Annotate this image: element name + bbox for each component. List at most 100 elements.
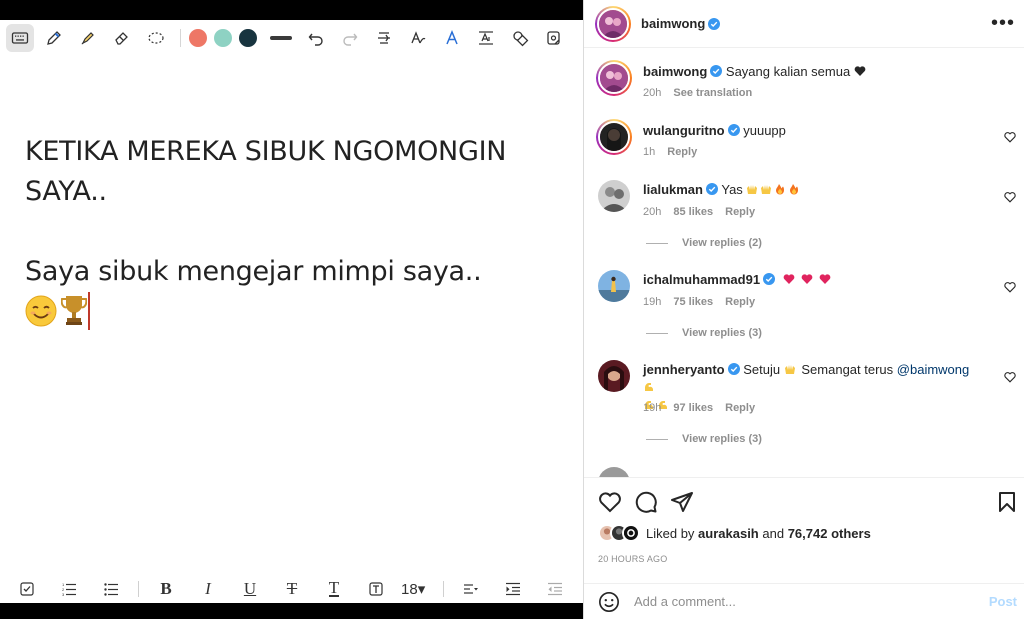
lasso-icon[interactable]	[142, 24, 170, 52]
comment-username[interactable]: jennheryanto	[643, 362, 725, 377]
liked-by-row: Liked by aurakasih and 76,742 others	[598, 524, 871, 542]
reply-button[interactable]: Reply	[725, 206, 755, 218]
comment-time: 19h	[643, 402, 662, 414]
like-comment-heart-icon[interactable]	[1004, 191, 1016, 203]
author-username[interactable]: baimwong	[641, 16, 705, 31]
format-divider	[443, 580, 445, 597]
commenter-avatar[interactable]	[598, 270, 630, 302]
caption-username[interactable]: baimwong	[643, 64, 707, 79]
sticker-icon[interactable]	[540, 24, 568, 52]
comment-likes[interactable]: 75 likes	[673, 296, 713, 308]
checklist-icon[interactable]	[10, 576, 44, 602]
text-box-icon[interactable]	[472, 24, 500, 52]
like-comment-heart-icon[interactable]	[1004, 281, 1016, 293]
text-style-icon[interactable]	[438, 24, 466, 52]
strikethrough-button[interactable]: T	[275, 576, 309, 602]
mention-link[interactable]: @baimwong	[897, 362, 969, 377]
outdent-icon[interactable]	[538, 576, 572, 602]
bullet-list-icon[interactable]	[94, 576, 128, 602]
commenter-avatar-ring[interactable]	[596, 119, 632, 155]
more-options-icon[interactable]: •••	[991, 12, 1015, 35]
commenter-avatar[interactable]	[598, 360, 630, 392]
font-size-dropdown[interactable]: 18▾	[401, 580, 425, 598]
color-swatch-mint[interactable]	[214, 29, 232, 47]
comment-body: wulanguritno yuuupp	[643, 122, 983, 140]
view-replies-link[interactable]: View replies (3)	[646, 327, 762, 339]
comment-meta: 20h 85 likes Reply	[643, 206, 767, 218]
bookmark-icon[interactable]	[995, 490, 1019, 514]
view-replies-link[interactable]: View replies (3)	[646, 433, 762, 445]
indent-icon[interactable]	[496, 576, 530, 602]
italic-button[interactable]: I	[191, 576, 225, 602]
text-color-button[interactable]: T	[317, 576, 351, 602]
format-divider	[138, 580, 139, 597]
handwriting-icon[interactable]	[404, 24, 432, 52]
like-heart-icon[interactable]	[598, 490, 622, 514]
text-align-icon[interactable]	[370, 24, 398, 52]
liked-by-and: and	[762, 525, 785, 541]
like-comment-heart-icon[interactable]	[1004, 131, 1016, 143]
commenter-avatar[interactable]	[598, 467, 630, 477]
redo-icon[interactable]	[336, 24, 364, 52]
numbered-list-icon[interactable]: 123	[52, 576, 86, 602]
commenter-avatar[interactable]	[598, 180, 630, 212]
comment-meta: 1h Reply	[643, 146, 709, 158]
liker-avatar[interactable]	[622, 524, 640, 542]
reply-button[interactable]: Reply	[725, 402, 755, 414]
share-send-icon[interactable]	[670, 490, 694, 514]
comment-likes[interactable]: 85 likes	[673, 206, 713, 218]
shapes-icon[interactable]	[506, 24, 534, 52]
keyboard-icon[interactable]	[6, 24, 34, 52]
liked-by-others[interactable]: 76,742 others	[788, 526, 871, 541]
bold-button[interactable]: B	[149, 576, 183, 602]
smiling-face-emoji	[25, 295, 57, 327]
avatar	[598, 180, 630, 212]
verified-badge-icon	[727, 363, 740, 375]
caption-avatar-ring[interactable]	[596, 60, 632, 96]
text-highlight-icon[interactable]	[359, 576, 393, 602]
caption-meta: 20h See translation	[643, 87, 764, 99]
comment-text: Setuju	[743, 362, 781, 377]
comment-input[interactable]	[634, 594, 954, 609]
comment-bubble-icon[interactable]	[634, 490, 658, 514]
comment-username[interactable]: ichalmuhammad91	[643, 272, 760, 287]
color-swatch-coral[interactable]	[189, 29, 207, 47]
svg-text:3: 3	[62, 592, 65, 597]
avatar	[598, 270, 630, 302]
reply-button[interactable]: Reply	[667, 146, 697, 158]
highlighter-icon[interactable]	[74, 24, 102, 52]
caption-item: baimwong Sayang kalian semua 20h See tran…	[596, 60, 1016, 110]
undo-icon[interactable]	[302, 24, 330, 52]
drawing-toolbar	[0, 20, 583, 56]
comment-likes[interactable]: 97 likes	[673, 402, 713, 414]
see-translation-link[interactable]: See translation	[673, 87, 752, 99]
red-heart-emoji	[783, 274, 795, 284]
emoji-picker-icon[interactable]	[598, 591, 620, 613]
liked-by-user[interactable]: aurakasih	[698, 526, 759, 541]
pen-icon[interactable]	[40, 24, 68, 52]
fire-emoji	[776, 184, 785, 195]
align-dropdown-icon[interactable]	[454, 576, 488, 602]
author-avatar-ring[interactable]	[595, 5, 631, 42]
flexed-biceps-emoji	[645, 383, 653, 391]
reply-button[interactable]: Reply	[725, 296, 755, 308]
post-timestamp[interactable]: 20 HOURS AGO	[598, 554, 667, 564]
comment-username[interactable]: wulanguritno	[643, 123, 725, 138]
eraser-icon[interactable]	[108, 24, 136, 52]
underline-button[interactable]: U	[233, 576, 267, 602]
note-body-text[interactable]: KETIKA MEREKA SIBUK NGOMONGIN SAYA.. Say…	[25, 132, 565, 332]
comment-username[interactable]: lialukman	[643, 182, 703, 197]
stroke-width-selector[interactable]	[270, 36, 292, 40]
caption-body: baimwong Sayang kalian semua	[643, 63, 983, 81]
toolbar-divider	[180, 29, 181, 47]
view-replies-label: View replies (3)	[682, 327, 762, 339]
comment-meta: 19h 97 likes Reply	[643, 402, 767, 414]
post-comment-button[interactable]: Post	[989, 594, 1017, 609]
post-header: baimwong •••	[584, 0, 1024, 48]
like-comment-heart-icon[interactable]	[1004, 371, 1016, 383]
avatar	[598, 360, 630, 392]
red-heart-emoji	[819, 274, 831, 284]
color-swatch-navy[interactable]	[239, 29, 257, 47]
verified-badge-icon	[710, 65, 723, 77]
view-replies-link[interactable]: View replies (2)	[646, 237, 762, 249]
